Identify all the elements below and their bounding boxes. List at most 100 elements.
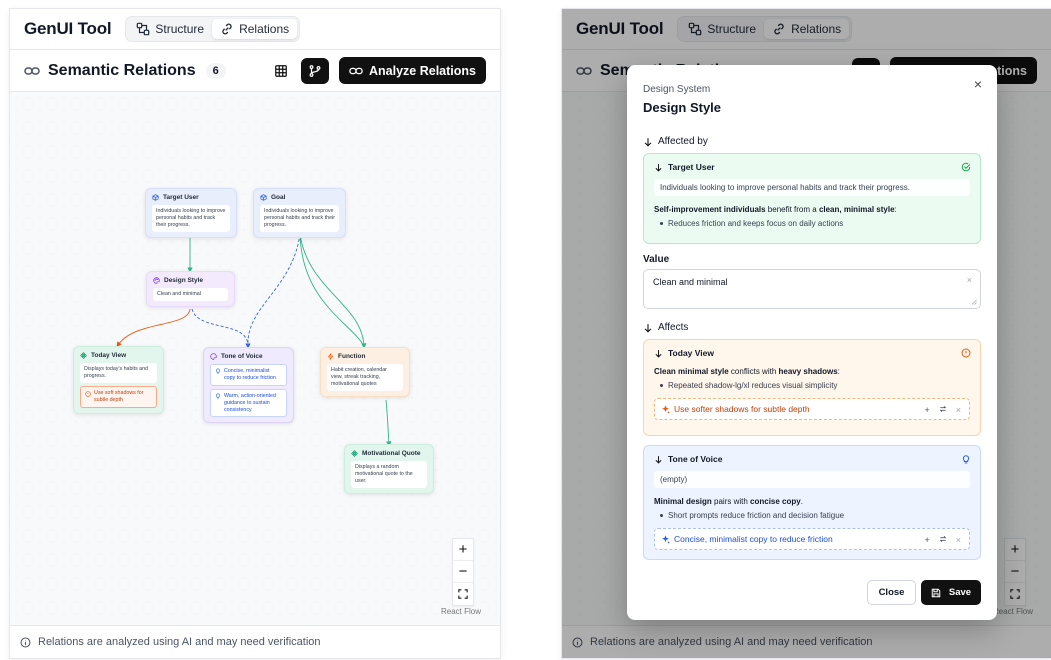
relation-bullet: Repeated shadow-lg/xl reduces visual sim… bbox=[654, 381, 970, 390]
app-header: GenUI Tool Structure Relations bbox=[10, 9, 500, 50]
component-icon bbox=[351, 450, 358, 457]
component-icon bbox=[80, 352, 87, 359]
tab-relations[interactable]: Relations bbox=[212, 19, 298, 39]
lightbulb-icon bbox=[216, 393, 220, 399]
save-button[interactable]: Save bbox=[921, 580, 981, 605]
relation-explanation: Clean minimal style conflicts with heavy… bbox=[654, 367, 840, 376]
value-textarea[interactable]: Clean and minimal × bbox=[643, 269, 981, 309]
affects-heading: Affects bbox=[643, 322, 688, 333]
node-suggestion[interactable]: Use soft shadows for subtle depth bbox=[80, 386, 157, 409]
tab-structure[interactable]: Structure bbox=[128, 19, 212, 39]
value-text: Clean and minimal bbox=[653, 277, 728, 287]
arrow-down-icon bbox=[655, 349, 662, 358]
card-value: Individuals looking to improve personal … bbox=[654, 179, 970, 196]
dialog-title: Design Style bbox=[643, 100, 722, 115]
sparkle-icon bbox=[662, 535, 670, 544]
relation-explanation: Self-improvement individuals benefit fro… bbox=[654, 205, 897, 214]
check-circle-icon bbox=[961, 162, 971, 172]
relation-bullet: Reduces friction and keeps focus on dail… bbox=[654, 219, 970, 228]
card-title: Target User bbox=[668, 162, 715, 172]
structure-icon bbox=[137, 22, 150, 36]
fit-view-icon bbox=[458, 589, 468, 599]
affects-label: Affects bbox=[658, 322, 689, 333]
footer-text: Relations are analyzed using AI and may … bbox=[38, 636, 321, 648]
dialog-close-icon[interactable]: × bbox=[971, 76, 985, 92]
apply-suggestion-button[interactable]: + bbox=[924, 535, 929, 545]
tone-item[interactable]: Warm, action-oriented guidance to sustai… bbox=[210, 388, 287, 418]
relations-toolbar: Semantic Relations 6 Analyze Relations bbox=[10, 50, 500, 92]
node-title: Target User bbox=[163, 194, 199, 201]
table-view-button[interactable] bbox=[267, 58, 295, 84]
tab-structure-label: Structure bbox=[155, 22, 205, 36]
edge-design-style-today-view bbox=[116, 308, 191, 348]
node-title: Goal bbox=[271, 194, 286, 201]
cube-icon bbox=[152, 194, 159, 201]
analyze-relations-button[interactable]: Analyze Relations bbox=[339, 57, 486, 84]
analyze-relations-label: Analyze Relations bbox=[369, 63, 476, 78]
left-app-panel: GenUI Tool Structure Relations Semantic … bbox=[10, 9, 500, 658]
suggestion-text: Concise, minimalist copy to reduce frict… bbox=[674, 534, 833, 545]
arrow-down-icon bbox=[644, 323, 652, 333]
affects-card-today-view[interactable]: Today View Clean minimal style conflicts… bbox=[643, 339, 981, 436]
dismiss-suggestion-button[interactable]: × bbox=[956, 535, 961, 545]
tone-item[interactable]: Concise, minimalist copy to reduce frict… bbox=[210, 364, 287, 386]
node-value: Individuals looking to improve personal … bbox=[152, 205, 230, 233]
edge-goal-tone bbox=[247, 233, 301, 347]
relation-explanation: Minimal design pairs with concise copy. bbox=[654, 497, 803, 506]
card-title: Tone of Voice bbox=[668, 454, 723, 464]
affected-by-heading: Affected by bbox=[643, 136, 708, 147]
arrow-down-icon bbox=[644, 137, 652, 147]
node-target-user[interactable]: Target User Individuals looking to impro… bbox=[145, 188, 237, 239]
palette-icon bbox=[210, 353, 217, 360]
affected-by-card-target-user[interactable]: Target User Individuals looking to impro… bbox=[643, 153, 981, 244]
zoom-out-button[interactable]: − bbox=[453, 561, 473, 583]
node-title: Motivational Quote bbox=[362, 450, 421, 457]
node-today-view[interactable]: Today View Displays today's habits and p… bbox=[73, 346, 164, 415]
alert-circle-icon bbox=[961, 348, 971, 358]
close-button[interactable]: Close bbox=[867, 580, 916, 605]
relations-count-badge: 6 bbox=[205, 62, 226, 79]
tone-item-text: Concise, minimalist copy to reduce frict… bbox=[224, 368, 276, 381]
regenerate-icon[interactable] bbox=[939, 535, 947, 543]
suggestion-row[interactable]: Use softer shadows for subtle depth + × bbox=[654, 398, 970, 421]
apply-suggestion-button[interactable]: + bbox=[924, 405, 929, 415]
react-flow-attribution[interactable]: React Flow bbox=[441, 607, 481, 616]
clear-value-icon[interactable]: × bbox=[967, 275, 972, 285]
node-title: Design Style bbox=[164, 277, 204, 284]
cube-icon bbox=[260, 194, 267, 201]
dismiss-suggestion-button[interactable]: × bbox=[956, 405, 961, 415]
node-value: Habit creation, calendar view, streak tr… bbox=[327, 364, 403, 392]
zoom-in-button[interactable]: + bbox=[453, 539, 473, 561]
sparkle-icon bbox=[662, 405, 670, 414]
affected-by-label: Affected by bbox=[658, 136, 708, 147]
node-design-style[interactable]: Design Style Clean and minimal bbox=[146, 271, 235, 308]
node-tone-of-voice[interactable]: Tone of Voice Concise, minimalist copy t… bbox=[203, 347, 294, 424]
tone-item-text: Warm, action-oriented guidance to sustai… bbox=[224, 392, 276, 413]
card-value: (empty) bbox=[654, 471, 970, 488]
suggestion-text: Use softer shadows for subtle depth bbox=[674, 404, 810, 415]
regenerate-icon[interactable] bbox=[939, 405, 947, 413]
arrow-down-icon bbox=[655, 455, 662, 464]
zoom-controls: + − bbox=[452, 538, 474, 606]
node-function[interactable]: Function Habit creation, calendar view, … bbox=[320, 347, 410, 398]
palette-icon bbox=[153, 277, 160, 284]
graph-view-button[interactable] bbox=[301, 57, 330, 84]
node-value: Individuals looking to improve personal … bbox=[260, 205, 339, 233]
grid-icon bbox=[275, 64, 287, 77]
branch-icon bbox=[309, 64, 321, 77]
edge-design-style-tone bbox=[191, 308, 251, 349]
node-title: Function bbox=[338, 353, 366, 360]
lightbulb-icon bbox=[962, 455, 970, 464]
suggestion-row[interactable]: Concise, minimalist copy to reduce frict… bbox=[654, 528, 970, 551]
node-motivational-quote[interactable]: Motivational Quote Displays a random mot… bbox=[344, 444, 434, 495]
node-goal[interactable]: Goal Individuals looking to improve pers… bbox=[253, 188, 346, 239]
fit-view-button[interactable] bbox=[453, 583, 473, 605]
card-title: Today View bbox=[668, 348, 714, 358]
value-label: Value bbox=[643, 254, 670, 265]
lightbulb-icon bbox=[216, 368, 220, 374]
tab-relations-label: Relations bbox=[239, 22, 290, 36]
relations-canvas[interactable]: Target User Individuals looking to impro… bbox=[10, 92, 500, 625]
affects-card-tone-of-voice[interactable]: Tone of Voice (empty) Minimal design pai… bbox=[643, 445, 981, 560]
node-value: Displays a random motivational quote to … bbox=[351, 461, 427, 489]
resize-grip-icon[interactable] bbox=[971, 299, 977, 305]
